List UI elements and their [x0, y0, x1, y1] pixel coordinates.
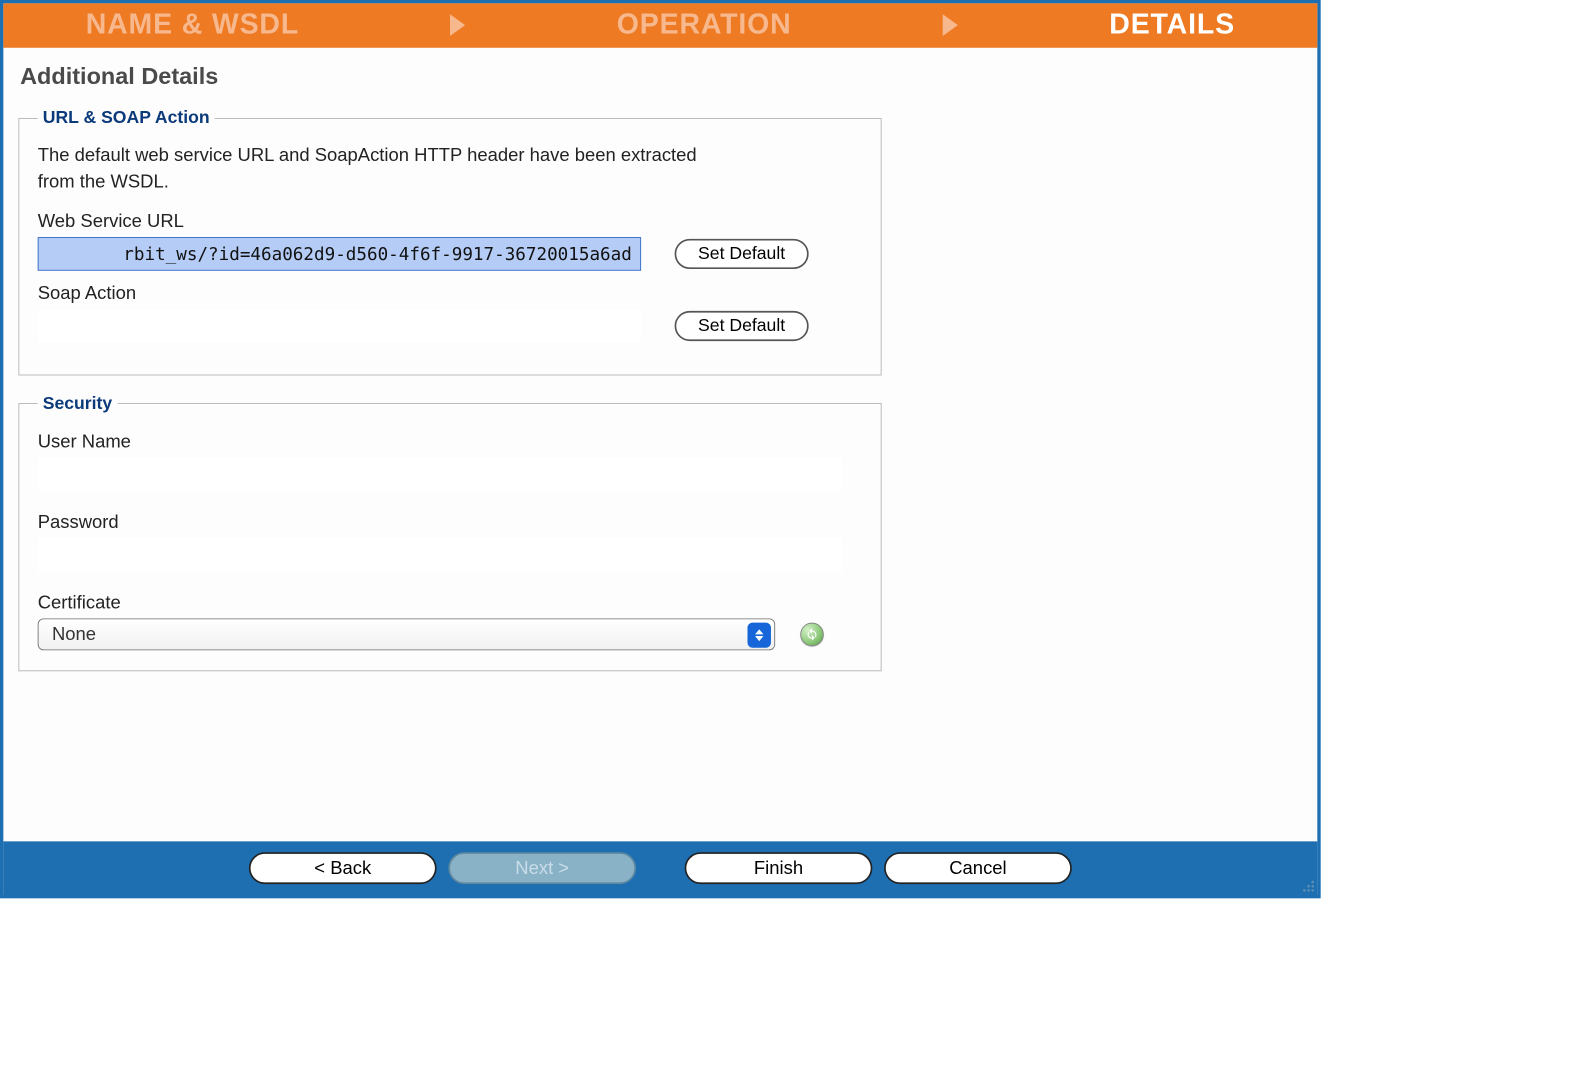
wizard-step-details: DETAILS: [1109, 8, 1235, 41]
url-soap-description: The default web service URL and SoapActi…: [38, 142, 734, 195]
back-button[interactable]: < Back: [249, 852, 437, 884]
set-default-soap-action-button[interactable]: Set Default: [675, 311, 809, 341]
wizard-breadcrumb: NAME & WSDL OPERATION DETAILS: [3, 3, 1317, 47]
security-legend: Security: [38, 394, 118, 414]
wizard-window: NAME & WSDL OPERATION DETAILS Additional…: [0, 0, 1321, 898]
soap-action-label: Soap Action: [38, 282, 863, 304]
web-service-url-label: Web Service URL: [38, 210, 863, 232]
refresh-icon[interactable]: [800, 622, 823, 645]
chevron-right-icon: [940, 12, 962, 37]
certificate-label: Certificate: [38, 591, 863, 613]
certificate-select[interactable]: None: [38, 618, 775, 650]
wizard-step-operation: OPERATION: [617, 8, 792, 41]
url-soap-legend: URL & SOAP Action: [38, 108, 215, 128]
cancel-button[interactable]: Cancel: [884, 852, 1072, 884]
set-default-url-button[interactable]: Set Default: [675, 239, 809, 269]
soap-action-input[interactable]: [38, 309, 641, 343]
finish-button[interactable]: Finish: [685, 852, 873, 884]
chevron-right-icon: [447, 12, 469, 37]
wizard-step-name-wsdl: NAME & WSDL: [86, 8, 299, 41]
select-arrows-icon: [747, 622, 770, 647]
page-title: Additional Details: [20, 63, 1302, 90]
content-area: Additional Details URL & SOAP Action The…: [3, 48, 1317, 842]
resize-grip-icon[interactable]: [1299, 877, 1314, 892]
password-label: Password: [38, 511, 863, 533]
url-soap-group: URL & SOAP Action The default web servic…: [18, 108, 881, 375]
security-group: Security User Name Password Certificate …: [18, 394, 881, 671]
user-name-input[interactable]: [38, 457, 842, 491]
certificate-select-value: None: [52, 623, 96, 645]
web-service-url-input[interactable]: [38, 237, 641, 271]
password-input[interactable]: [38, 538, 842, 572]
next-button: Next >: [448, 852, 636, 884]
user-name-label: User Name: [38, 431, 863, 453]
wizard-footer: < Back Next > Finish Cancel: [3, 841, 1317, 895]
